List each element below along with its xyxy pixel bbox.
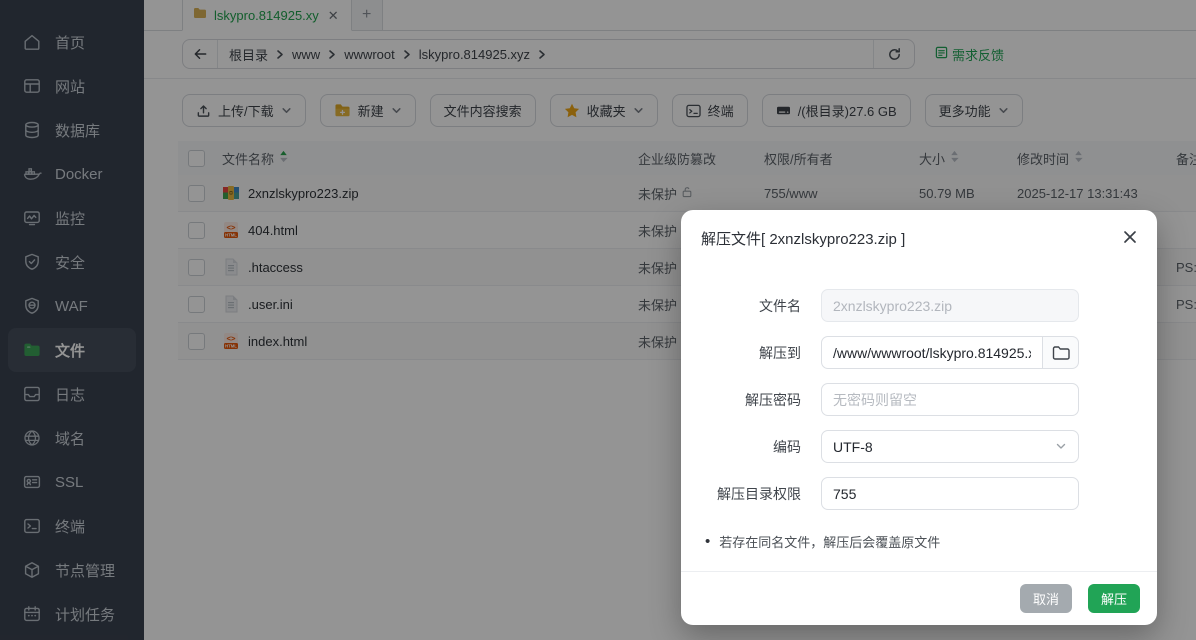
- password-label: 解压密码: [681, 390, 801, 410]
- chevron-down-icon: [1055, 439, 1067, 455]
- extract-dialog: 解压文件[ 2xnzlskypro223.zip ] 文件名 解压到 解压密码 …: [681, 210, 1157, 625]
- encoding-label: 编码: [681, 437, 801, 457]
- overwrite-note: • 若存在同名文件，解压后会覆盖原文件: [705, 532, 1157, 551]
- filename-label: 文件名: [681, 296, 801, 316]
- encoding-value: UTF-8: [833, 439, 873, 455]
- cancel-button[interactable]: 取消: [1020, 584, 1072, 613]
- dialog-title: 解压文件[ 2xnzlskypro223.zip ]: [681, 210, 1157, 249]
- encoding-select[interactable]: UTF-8: [821, 430, 1079, 463]
- dir-perm-label: 解压目录权限: [681, 484, 801, 504]
- extract-button[interactable]: 解压: [1088, 584, 1140, 613]
- password-field[interactable]: [821, 383, 1079, 416]
- destination-field[interactable]: [821, 336, 1043, 369]
- dialog-footer: 取消 解压: [681, 571, 1157, 625]
- dialog-close-icon[interactable]: [1119, 226, 1141, 248]
- filename-field: [821, 289, 1079, 322]
- destination-label: 解压到: [681, 343, 801, 363]
- dialog-body: 文件名 解压到 解压密码 编码 UTF-8 解压目录权限: [681, 249, 1157, 551]
- dir-perm-field[interactable]: [821, 477, 1079, 510]
- browse-folder-button[interactable]: [1043, 336, 1079, 369]
